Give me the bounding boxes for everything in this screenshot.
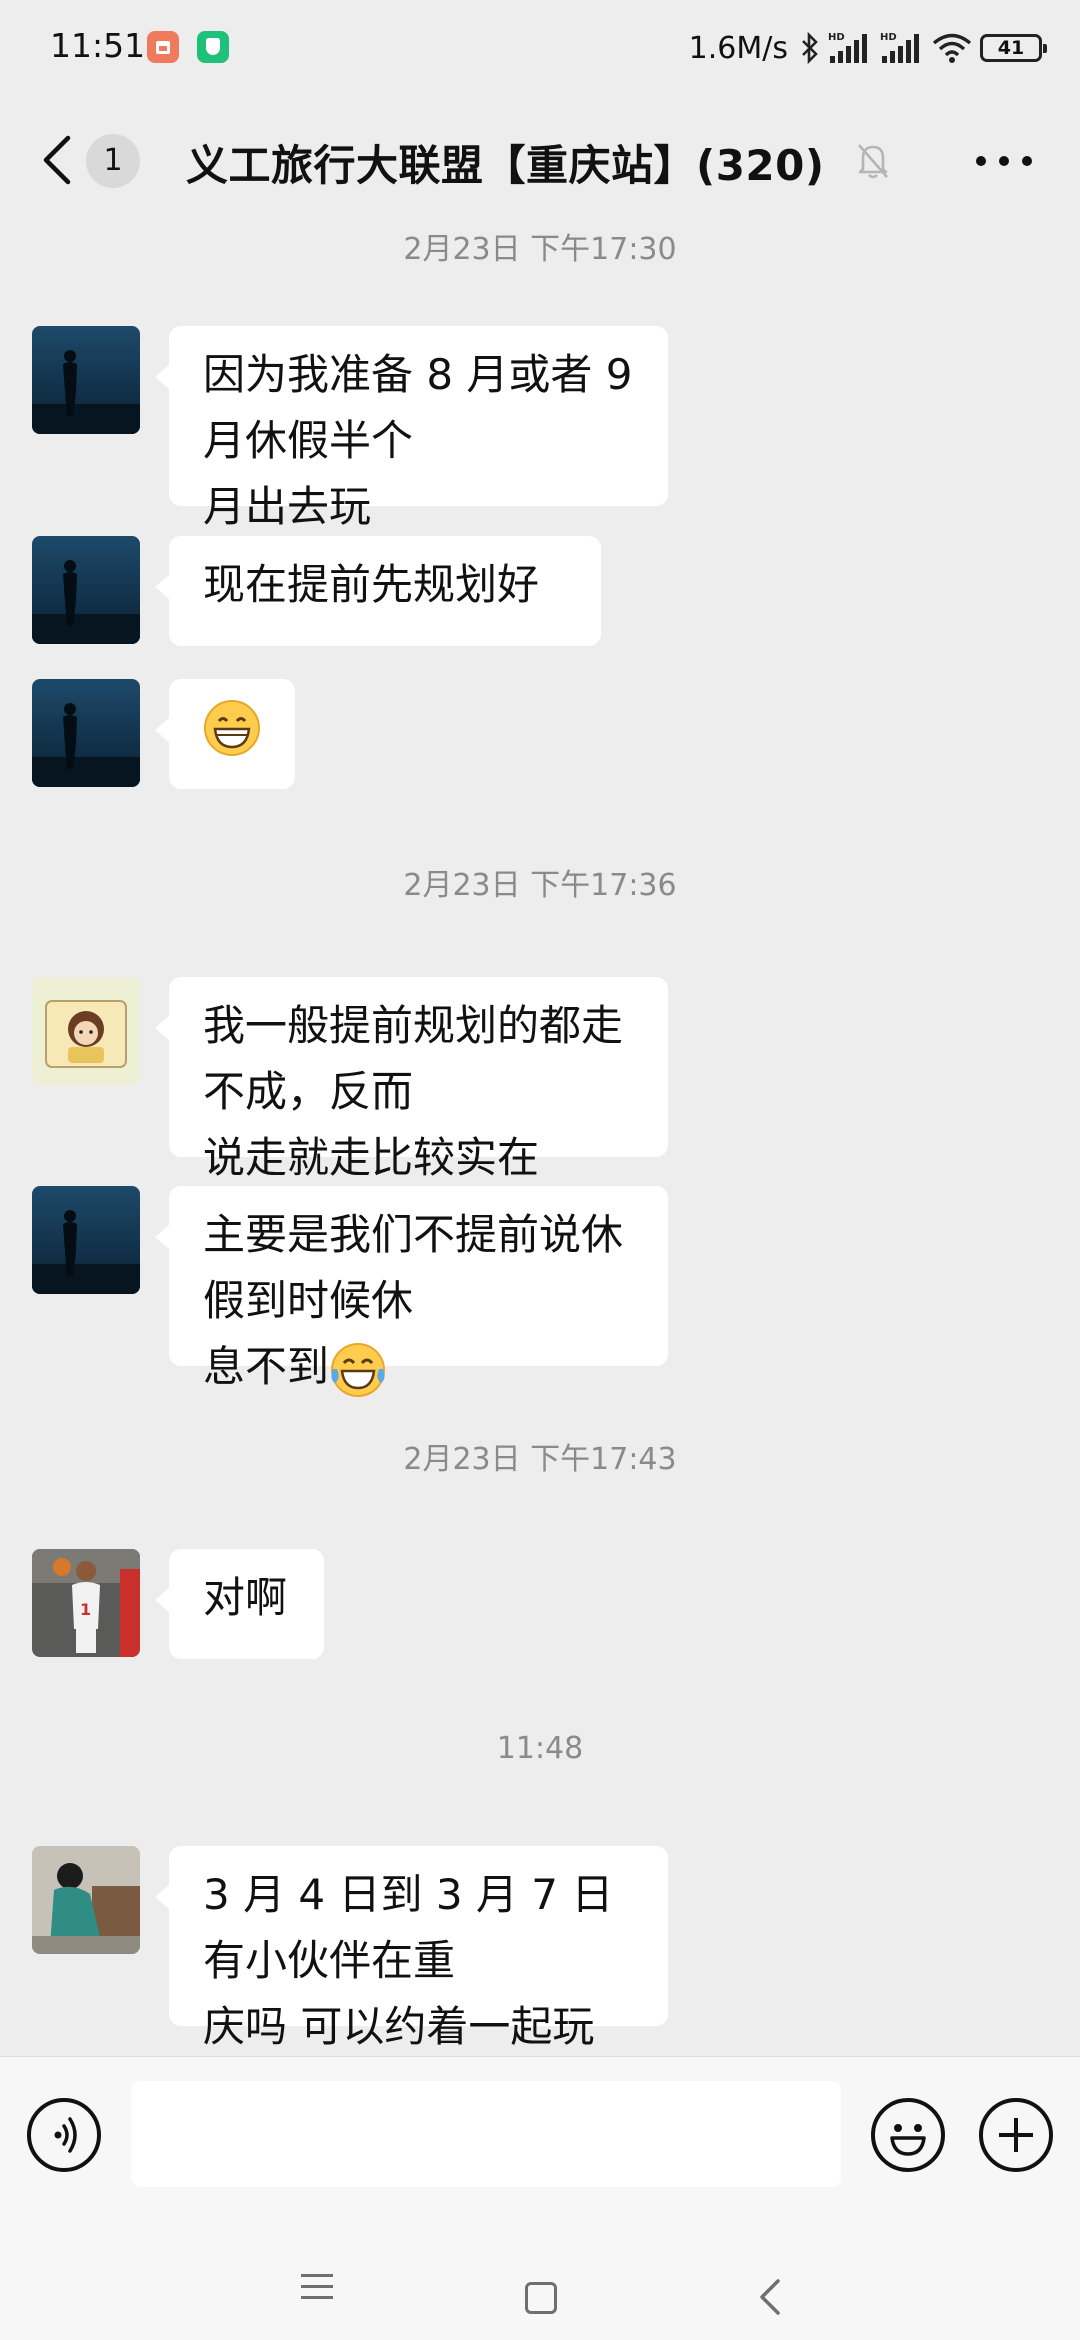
signal-hd-icon: HD — [880, 30, 924, 66]
message-bubble[interactable]: 因为我准备 8 月或者 9 月休假半个 月出去玩 — [155, 326, 668, 531]
tears-of-joy-emoji — [331, 1342, 386, 1397]
bluetooth-icon — [800, 32, 820, 64]
timestamp: 2月23日 下午17:30 — [403, 232, 677, 267]
message-text: 月出去玩 — [203, 482, 372, 531]
message-text: 主要是我们不提前说休假到时候休 — [203, 1210, 624, 1325]
message-text: 对啊 — [203, 1573, 288, 1622]
message-text: 现在提前先规划好 — [203, 560, 540, 609]
battery-icon: 41 — [980, 34, 1047, 62]
system-nav-bar — [0, 2208, 1080, 2340]
avatar-silhouette-sea[interactable] — [32, 679, 140, 787]
svg-text:HD: HD — [828, 32, 845, 43]
message-text: 息不到 — [203, 1342, 330, 1391]
grinning-face-emoji — [204, 700, 260, 756]
timestamp: 2月23日 下午17:36 — [403, 868, 677, 903]
message-bubble[interactable]: 对啊 — [155, 1549, 324, 1659]
avatar-cartoon-girl[interactable] — [32, 977, 140, 1085]
avatar-silhouette-sea[interactable] — [32, 536, 140, 644]
voice-icon[interactable] — [27, 2098, 101, 2172]
message-list[interactable]: 2月23日 下午17:30 因为我准备 8 月或者 9 月休假半个 月出去玩 现… — [0, 224, 1080, 2056]
svg-text:HD: HD — [880, 32, 897, 43]
avatar-silhouette-sea[interactable] — [32, 1186, 140, 1294]
message-bubble[interactable] — [155, 679, 295, 789]
signal-hd-icon: HD — [828, 30, 872, 66]
chat-title: 义工旅行大联盟【重庆站】(320) — [186, 141, 825, 190]
message-text: 说走就走比较实在 — [203, 1133, 540, 1182]
plus-icon[interactable] — [979, 2098, 1053, 2172]
message-bubble[interactable]: 3 月 4 日到 3 月 7 日有小伙伴在重 庆吗 可以约着一起玩 — [155, 1846, 668, 2051]
back-nav-icon[interactable] — [758, 2278, 782, 2316]
avatar-basketball-player[interactable]: 1 — [32, 1549, 140, 1657]
back-icon[interactable] — [38, 134, 78, 186]
menu-icon[interactable] — [301, 2274, 333, 2300]
avatar-silhouette-sea[interactable] — [32, 326, 140, 434]
security-app-icon — [197, 31, 229, 63]
home-icon[interactable] — [525, 2282, 557, 2314]
status-time: 11:51 — [50, 26, 146, 65]
timestamp: 11:48 — [496, 1731, 584, 1766]
status-bar: 11:51 1.6M/s HD HD 41 — [0, 0, 1080, 96]
message-bubble[interactable]: 主要是我们不提前说休假到时候休 息不到 — [155, 1186, 668, 1397]
message-text: 我一般提前规划的都走不成，反而 — [203, 1001, 624, 1116]
wifi-icon — [932, 32, 972, 64]
notification-app-icon — [147, 31, 179, 63]
more-icon[interactable] — [976, 156, 1032, 168]
message-bubble[interactable]: 我一般提前规划的都走不成，反而 说走就走比较实在 — [155, 977, 668, 1182]
avatar-woman-bench[interactable] — [32, 1846, 140, 1954]
message-input[interactable] — [131, 2081, 841, 2187]
message-text: 因为我准备 8 月或者 9 月休假半个 — [203, 350, 633, 465]
message-text: 3 月 4 日到 3 月 7 日有小伙伴在重 — [203, 1870, 614, 1985]
unread-count-badge[interactable]: 1 — [86, 134, 140, 188]
network-speed: 1.6M/s — [688, 30, 788, 66]
svg-text:1: 1 — [80, 1600, 91, 1619]
message-text: 庆吗 可以约着一起玩 — [203, 2002, 595, 2051]
emoji-icon[interactable] — [871, 2098, 945, 2172]
timestamp: 2月23日 下午17:43 — [403, 1442, 677, 1477]
message-bubble[interactable]: 现在提前先规划好 — [155, 536, 601, 646]
input-bar — [0, 2056, 1080, 2209]
mute-bell-icon — [858, 144, 888, 179]
